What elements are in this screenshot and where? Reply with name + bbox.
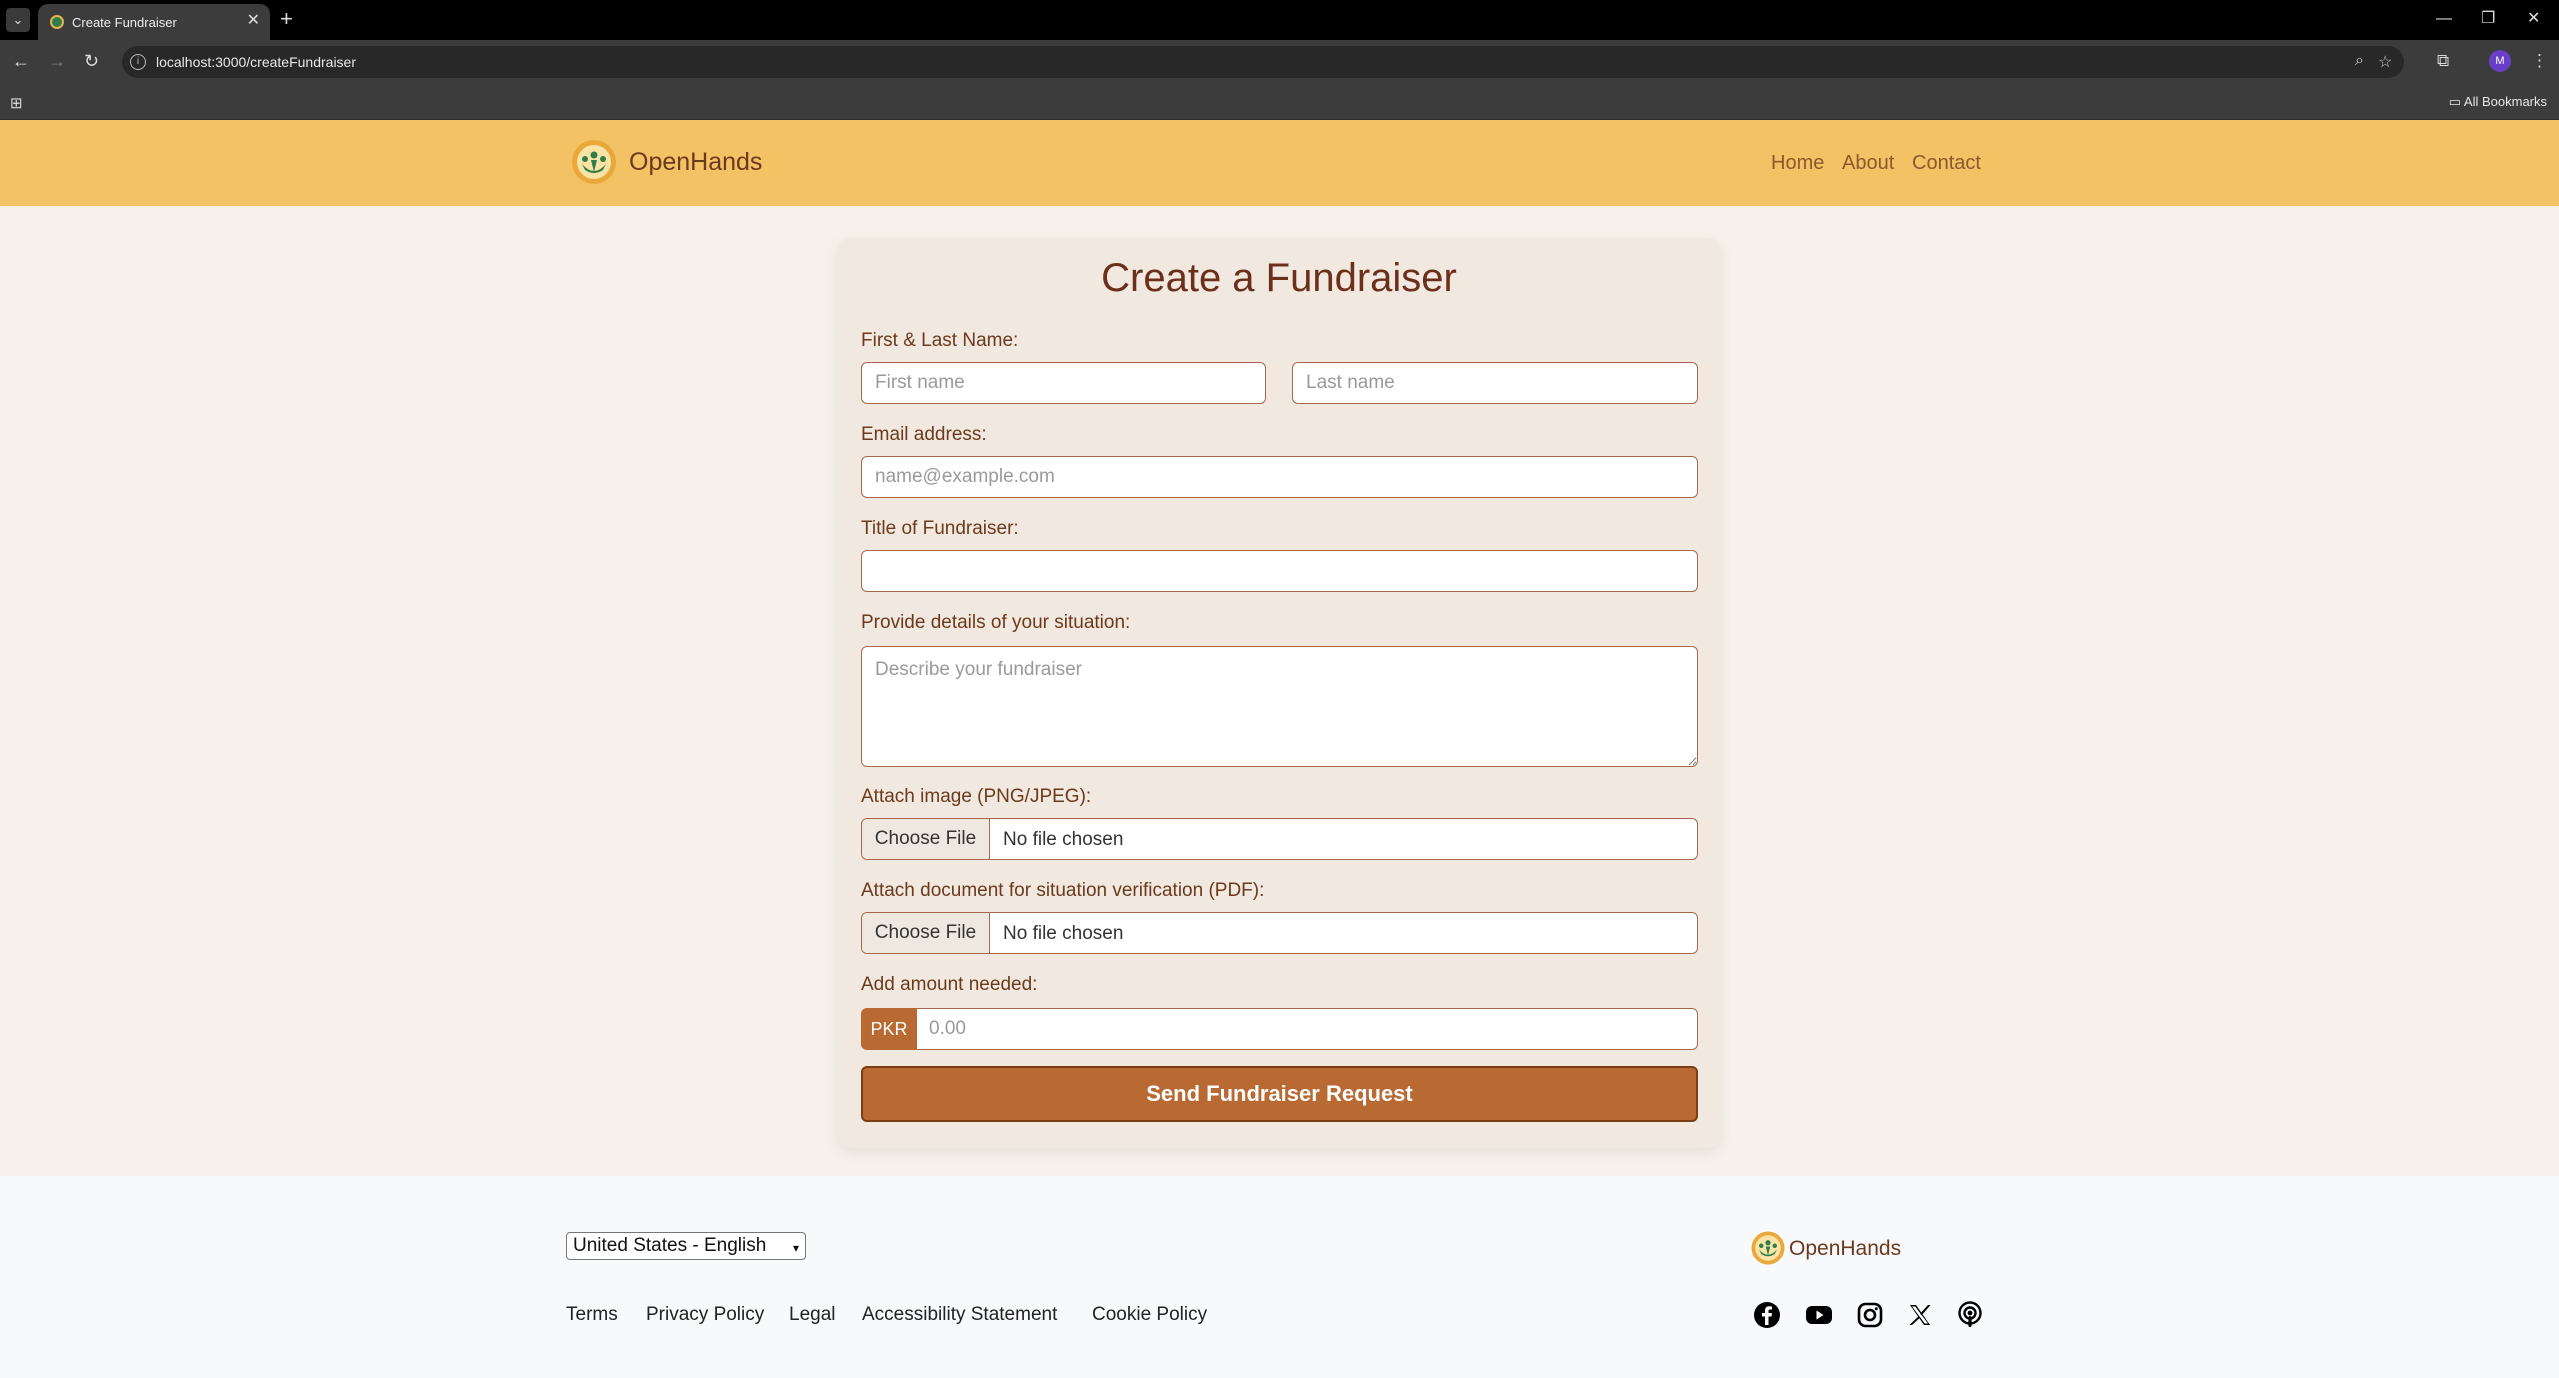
currency-badge: PKR xyxy=(861,1008,917,1050)
send-request-button[interactable]: Send Fundraiser Request xyxy=(861,1066,1698,1122)
folder-icon: ▭ xyxy=(2448,94,2464,109)
email-label: Email address: xyxy=(861,424,987,445)
forward-icon[interactable]: → xyxy=(48,50,66,72)
email-input[interactable] xyxy=(861,456,1698,498)
amount-label: Add amount needed: xyxy=(861,974,1038,995)
language-value: United States - English xyxy=(573,1235,767,1256)
browser-toolbar: ← → ↻ i localhost:3000/createFundraiser … xyxy=(0,40,2559,84)
site-footer: United States - English ▾ Terms Privacy … xyxy=(0,1176,2559,1378)
bookmark-star-icon[interactable]: ☆ xyxy=(2378,52,2392,72)
restore-icon[interactable]: ❐ xyxy=(2481,8,2495,30)
fundraiser-title-input[interactable] xyxy=(861,550,1698,592)
browser-tabbar: ⌄ Create Fundraiser ✕ + — ❐ ✕ xyxy=(0,0,2559,40)
footer-link-accessibility[interactable]: Accessibility Statement xyxy=(862,1304,1057,1326)
details-label: Provide details of your situation: xyxy=(861,612,1131,633)
form-title: Create a Fundraiser xyxy=(1101,256,1457,300)
amount-input[interactable] xyxy=(917,1008,1698,1050)
all-bookmarks[interactable]: ▭ All Bookmarks xyxy=(2449,94,2547,110)
site-header: OpenHands Home About Contact xyxy=(0,120,2559,206)
footer-brand[interactable]: OpenHands xyxy=(1789,1237,1901,1261)
footer-link-legal[interactable]: Legal xyxy=(789,1304,836,1326)
url-text: localhost:3000/createFundraiser xyxy=(156,54,357,70)
new-tab-icon[interactable]: + xyxy=(280,6,293,32)
back-icon[interactable]: ← xyxy=(12,50,30,72)
x-icon[interactable] xyxy=(1905,1300,1935,1330)
apps-grid-icon[interactable]: ⊞ xyxy=(10,94,23,112)
tab-close-icon[interactable]: ✕ xyxy=(247,12,260,30)
fundraiser-form-card: Create a Fundraiser First & Last Name: E… xyxy=(838,238,1720,1148)
tab-search-icon[interactable]: ⌄ xyxy=(6,8,30,32)
image-choose-file-button[interactable]: Choose File xyxy=(862,819,990,859)
nav-about[interactable]: About xyxy=(1842,152,1894,175)
document-choose-file-button[interactable]: Choose File xyxy=(862,913,990,953)
image-label: Attach image (PNG/JPEG): xyxy=(861,786,1092,807)
image-file-input[interactable]: Choose File No file chosen xyxy=(861,818,1698,860)
last-name-input[interactable] xyxy=(1292,362,1698,404)
site-info-icon[interactable]: i xyxy=(130,54,146,70)
extensions-icon[interactable]: ⧉ xyxy=(2437,50,2449,72)
instagram-icon[interactable] xyxy=(1855,1300,1885,1330)
footer-link-terms[interactable]: Terms xyxy=(566,1304,618,1326)
footer-link-cookie[interactable]: Cookie Policy xyxy=(1092,1304,1207,1326)
details-textarea[interactable] xyxy=(861,646,1698,767)
document-label: Attach document for situation verificati… xyxy=(861,880,1265,901)
browser-tab[interactable]: Create Fundraiser ✕ xyxy=(38,4,270,40)
window-close-icon[interactable]: ✕ xyxy=(2527,8,2540,30)
document-file-status: No file chosen xyxy=(1003,923,1124,944)
address-bar[interactable]: i localhost:3000/createFundraiser ⌕ ☆ xyxy=(122,46,2404,78)
browser-menu-icon[interactable]: ⋮ xyxy=(2531,50,2548,72)
openhands-logo-icon[interactable] xyxy=(570,138,618,186)
podcast-icon[interactable] xyxy=(1955,1300,1985,1330)
tab-title: Create Fundraiser xyxy=(72,15,177,30)
nav-contact[interactable]: Contact xyxy=(1912,152,1981,175)
brand-name[interactable]: OpenHands xyxy=(629,148,762,177)
first-name-input[interactable] xyxy=(861,362,1266,404)
facebook-icon[interactable] xyxy=(1752,1300,1782,1330)
title-label: Title of Fundraiser: xyxy=(861,518,1019,539)
language-select[interactable]: United States - English ▾ xyxy=(566,1232,806,1260)
favicon-icon xyxy=(50,15,64,29)
chevron-down-icon: ▾ xyxy=(792,1241,799,1255)
footer-logo-icon[interactable] xyxy=(1750,1230,1786,1266)
reload-icon[interactable]: ↻ xyxy=(84,50,99,72)
footer-link-privacy[interactable]: Privacy Policy xyxy=(646,1304,764,1326)
nav-home[interactable]: Home xyxy=(1771,152,1824,175)
name-label: First & Last Name: xyxy=(861,330,1019,351)
zoom-icon[interactable]: ⌕ xyxy=(2355,52,2364,70)
profile-avatar[interactable]: M xyxy=(2489,50,2511,72)
bookmarks-bar: ⊞ ▭ All Bookmarks xyxy=(0,84,2559,120)
youtube-icon[interactable] xyxy=(1804,1300,1834,1330)
image-file-status: No file chosen xyxy=(1003,829,1124,850)
amount-group: PKR xyxy=(861,1008,1698,1050)
minimize-icon[interactable]: — xyxy=(2436,8,2452,30)
document-file-input[interactable]: Choose File No file chosen xyxy=(861,912,1698,954)
